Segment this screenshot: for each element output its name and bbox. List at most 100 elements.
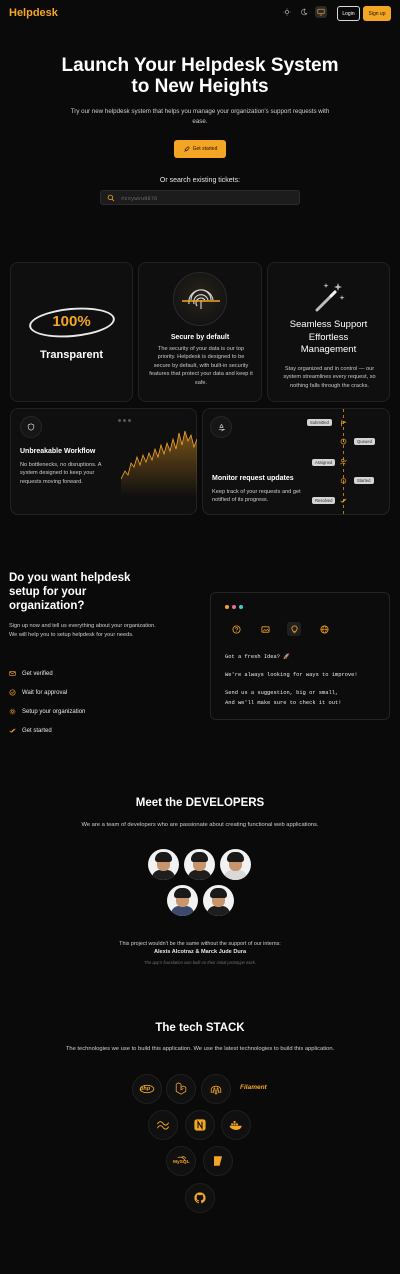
terminal-line: Got a fresh Idea? 🚀: [225, 654, 290, 660]
php-icon: php: [132, 1074, 162, 1104]
card-workflow-title: Unbreakable Workflow: [20, 448, 96, 455]
status-queued: Queued: [354, 438, 375, 445]
interns-names: Alexis Alcotraz & Marck Jude Dura: [153, 949, 247, 955]
search-icon: [107, 194, 115, 202]
nextjs-icon: [185, 1110, 215, 1140]
interns-note: The app's foundation was built on their …: [143, 960, 257, 965]
theme-switcher: [281, 6, 327, 18]
avatar[interactable]: [167, 885, 198, 916]
question-icon[interactable]: [229, 622, 243, 636]
user-check-icon: [340, 458, 347, 465]
seamless-title-line3: Management: [300, 344, 357, 355]
mail-icon: [9, 671, 16, 676]
terminal-line: Send us a suggestion, big or small,: [225, 690, 339, 696]
card-seamless: Seamless Support Effortless Management S…: [267, 262, 390, 402]
alarm-clock-icon: [340, 478, 347, 484]
fingerprint-icon: [173, 272, 227, 326]
github-icon: [185, 1183, 215, 1213]
rocket-icon: [183, 146, 190, 152]
status-assigned: Assigned: [312, 459, 336, 466]
get-started-label: Get started: [192, 146, 218, 152]
step-wait-approval: Wait for approval: [9, 689, 67, 696]
history-icon: [340, 438, 347, 445]
interns-thanks: This project wouldn't be the same withou…: [119, 941, 281, 947]
status-resolved: Resolved: [312, 497, 336, 504]
livewire-icon: [201, 1074, 231, 1104]
step-label: Get started: [22, 727, 52, 734]
seamless-title-line1: Seamless Support: [289, 319, 368, 330]
get-started-button[interactable]: Get started: [174, 140, 226, 158]
card-secure: Secure by default The security of your d…: [138, 262, 262, 402]
image-icon[interactable]: [258, 622, 272, 636]
filament-label: Filament: [240, 1084, 267, 1091]
developers-title: Meet the DEVELOPERS: [135, 797, 265, 809]
shield-icon: [20, 416, 42, 438]
hero-subtitle: Try our new helpdesk system that helps y…: [70, 108, 330, 125]
suggestion-terminal: Got a fresh Idea? 🚀 We're always looking…: [210, 592, 390, 720]
hero-title: Launch Your Helpdesk System to New Heigh…: [0, 55, 400, 97]
docker-icon: [221, 1110, 251, 1140]
php-label: php: [140, 1086, 151, 1092]
transparency-badge: 100%: [52, 313, 91, 330]
card-monitor: Submitted Queued Assigned Started Resolv…: [202, 408, 390, 515]
chart-dots: [118, 419, 131, 422]
window-dot: [232, 605, 236, 609]
developers-subtitle: We are a team of developers who are pass…: [81, 822, 319, 828]
hero-title-line2: to New Heights: [131, 76, 269, 97]
double-check-icon: [340, 498, 347, 503]
card-monitor-title: Monitor request updates: [212, 475, 294, 482]
window-dot: [239, 605, 243, 609]
card-transparent: 100% Transparent: [10, 262, 133, 402]
ticket-search: [100, 190, 300, 205]
setup-text: Sign up now and tell us everything about…: [9, 623, 156, 638]
tech-subtitle: The technologies we use to build this ap…: [65, 1046, 335, 1052]
workflow-chart-graphic: [121, 430, 197, 497]
tailwind-icon: [148, 1110, 178, 1140]
window-dot: [225, 605, 229, 609]
step-label: Setup your organization: [22, 708, 86, 715]
double-check-icon: [9, 728, 16, 733]
terminal-line: And we'll make sure to check it out!: [225, 700, 342, 706]
card-secure-title: Secure by default: [170, 334, 230, 341]
avatar[interactable]: [148, 849, 179, 880]
card-transparent-title: Transparent: [40, 349, 103, 361]
flag-icon: [341, 420, 347, 427]
search-label: Or search existing tickets:: [159, 177, 241, 184]
avatar[interactable]: [220, 849, 251, 880]
magic-wand-icon: [315, 283, 345, 312]
brand-logo[interactable]: Helpdesk: [9, 7, 58, 19]
signup-button[interactable]: Sign up: [363, 6, 391, 21]
step-label: Get verified: [22, 670, 53, 677]
step-get-verified: Get verified: [9, 670, 53, 677]
avatar[interactable]: [203, 885, 234, 916]
terminal-line: We're always looking for ways to improve…: [225, 672, 358, 678]
setup-title: Do you want helpdesk setup for your orga…: [9, 572, 131, 612]
sun-icon[interactable]: [281, 6, 293, 18]
top-nav: Helpdesk Login Sign up: [0, 0, 400, 28]
card-workflow-text: No bottlenecks, no disruptions. A system…: [20, 462, 102, 485]
card-secure-text: The security of your data is our top pri…: [149, 346, 253, 386]
monitor-icon[interactable]: [315, 6, 327, 18]
search-input[interactable]: [121, 193, 291, 203]
mysql-icon: MySQL: [166, 1146, 196, 1176]
settings-icon: [9, 708, 16, 715]
globe-icon[interactable]: [317, 622, 331, 636]
avatar[interactable]: [184, 849, 215, 880]
tech-title: The tech STACK: [155, 1022, 245, 1034]
check-circle-icon: [9, 689, 16, 696]
step-setup-organization: Setup your organization: [9, 708, 85, 715]
step-get-started: Get started: [9, 727, 52, 734]
moon-icon[interactable]: [298, 6, 310, 18]
mysql-label: MySQL: [173, 1160, 190, 1165]
lightbulb-icon[interactable]: [287, 622, 301, 636]
alpinejs-icon: [203, 1146, 233, 1176]
login-button[interactable]: Login: [337, 6, 360, 21]
recycle-icon: [210, 416, 232, 438]
card-workflow: Unbreakable Workflow No bottlenecks, no …: [10, 408, 197, 515]
card-seamless-text: Stay organized and in control — our syst…: [283, 366, 376, 389]
hero-title-line1: Launch Your Helpdesk System: [61, 55, 339, 76]
step-label: Wait for approval: [22, 689, 68, 696]
status-started: Started: [354, 477, 374, 484]
seamless-title-line2: Effortless: [308, 331, 349, 343]
status-submitted: Submitted: [307, 419, 332, 426]
